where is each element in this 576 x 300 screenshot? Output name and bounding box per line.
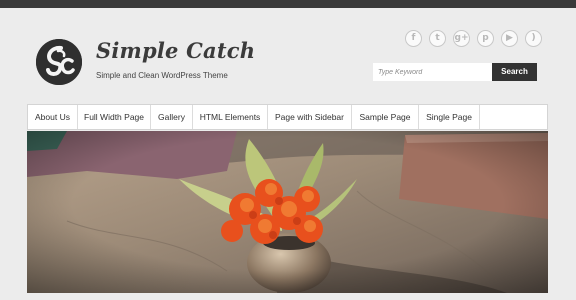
nav-item-sample-page[interactable]: Sample Page <box>352 105 419 129</box>
site-title[interactable]: Simple Catch <box>96 38 255 63</box>
site-logo[interactable] <box>36 39 82 85</box>
site-tagline: Simple and Clean WordPress Theme <box>96 71 228 80</box>
nav-item-gallery[interactable]: Gallery <box>151 105 193 129</box>
main-navigation: About Us Full Width Page Gallery HTML El… <box>27 104 548 130</box>
top-bar <box>0 0 576 8</box>
facebook-icon[interactable]: f <box>405 30 422 47</box>
logo-mark-icon <box>36 39 82 85</box>
search-button[interactable]: Search <box>492 63 537 81</box>
youtube-icon[interactable]: ▶ <box>501 30 518 47</box>
twitter-icon[interactable]: t <box>429 30 446 47</box>
nav-item-html-elements[interactable]: HTML Elements <box>193 105 268 129</box>
search-input[interactable] <box>373 63 492 81</box>
google-plus-icon[interactable]: g+ <box>453 30 470 47</box>
rss-icon[interactable]: ) <box>525 30 542 47</box>
nav-item-full-width-page[interactable]: Full Width Page <box>78 105 151 129</box>
featured-slider-image[interactable] <box>27 131 548 293</box>
flower-vase-photo <box>27 131 548 293</box>
nav-item-page-with-sidebar[interactable]: Page with Sidebar <box>268 105 352 129</box>
nav-item-about-us[interactable]: About Us <box>28 105 78 129</box>
pinterest-icon[interactable]: p <box>477 30 494 47</box>
nav-item-single-page[interactable]: Single Page <box>419 105 480 129</box>
